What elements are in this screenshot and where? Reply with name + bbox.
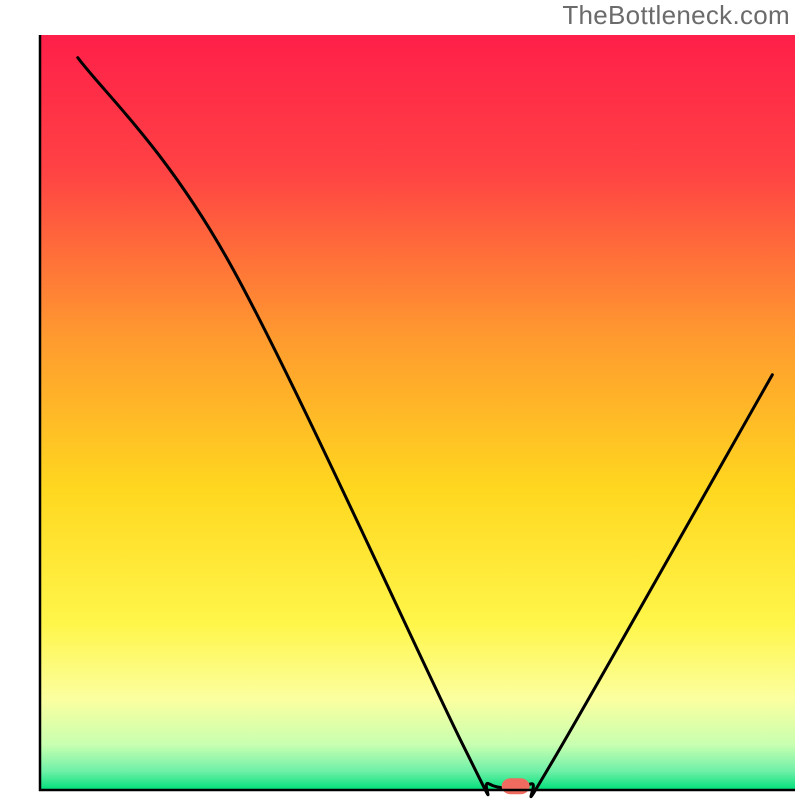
optimum-marker: [502, 778, 530, 794]
bottleneck-chart: [0, 0, 800, 800]
watermark-text: TheBottleneck.com: [562, 0, 790, 31]
chart-stage: TheBottleneck.com: [0, 0, 800, 800]
